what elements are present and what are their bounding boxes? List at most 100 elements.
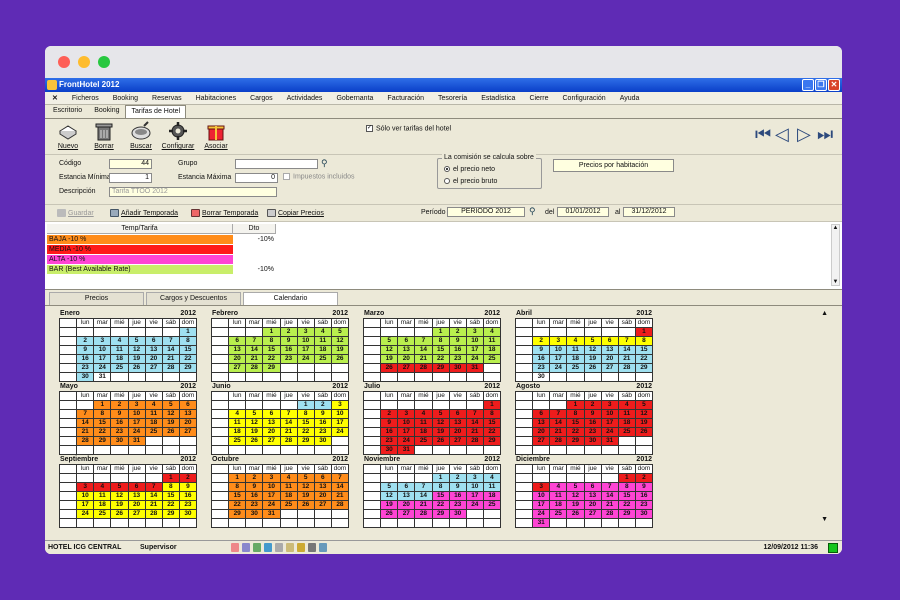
calendar-day[interactable]: 6 xyxy=(145,337,163,346)
calendar-day[interactable]: 17 xyxy=(77,501,95,510)
calendar-day[interactable]: 13 xyxy=(263,419,281,428)
tray-key-icon[interactable] xyxy=(297,543,305,552)
bottom-tab[interactable]: Precios xyxy=(49,292,144,305)
calendar-day[interactable]: 11 xyxy=(618,410,636,419)
calendar-day[interactable]: 20 xyxy=(128,501,146,510)
calendar-day[interactable]: 14 xyxy=(145,492,163,501)
calendar-day[interactable]: 16 xyxy=(449,346,467,355)
week-select-cell[interactable] xyxy=(364,446,382,455)
menu-item[interactable]: Cierre xyxy=(522,92,555,105)
calendar-day[interactable]: 27 xyxy=(179,428,197,437)
week-select-cell[interactable] xyxy=(364,501,382,510)
week-select-cell[interactable] xyxy=(60,373,78,382)
calendar-day[interactable]: 30 xyxy=(449,510,467,519)
calendar-day[interactable]: 3 xyxy=(263,474,281,483)
calendar-day[interactable]: 10 xyxy=(601,410,619,419)
calendar-day[interactable]: 26 xyxy=(584,364,602,373)
week-select-cell[interactable] xyxy=(516,483,534,492)
calendar-day[interactable]: 29 xyxy=(567,437,585,446)
calendar-day[interactable]: 10 xyxy=(466,337,484,346)
calendar-day[interactable]: 30 xyxy=(449,364,467,373)
calendar-day[interactable]: 27 xyxy=(449,437,467,446)
calendar-day[interactable]: 28 xyxy=(415,510,433,519)
menu-item[interactable]: Cargos xyxy=(243,92,280,105)
calendar-day[interactable]: 24 xyxy=(331,428,349,437)
week-select-cell[interactable] xyxy=(364,346,382,355)
calendar-day[interactable]: 24 xyxy=(550,364,568,373)
calendar-day[interactable]: 14 xyxy=(162,346,180,355)
calendar-day[interactable]: 21 xyxy=(415,355,433,364)
calendar-day[interactable]: 11 xyxy=(229,419,247,428)
calendar-day[interactable]: 28 xyxy=(280,437,298,446)
col-temp-tarifa[interactable]: Temp/Tarifa xyxy=(47,224,233,233)
calendar-day[interactable]: 17 xyxy=(466,346,484,355)
calendar-day[interactable]: 20 xyxy=(263,428,281,437)
calendar-day[interactable]: 3 xyxy=(297,328,315,337)
prev-record-button[interactable]: ◁ xyxy=(775,125,789,143)
calendar-day[interactable]: 27 xyxy=(601,364,619,373)
calendar-day[interactable]: 3 xyxy=(550,337,568,346)
calendar-day[interactable]: 29 xyxy=(635,364,653,373)
calendar-day[interactable]: 18 xyxy=(550,501,568,510)
calendar-day[interactable]: 6 xyxy=(601,337,619,346)
grupo-input[interactable] xyxy=(235,159,318,169)
calendar-day[interactable]: 8 xyxy=(483,410,501,419)
calendar-day[interactable]: 22 xyxy=(297,428,315,437)
calendar-day[interactable]: 6 xyxy=(314,474,332,483)
nuevo-button[interactable]: Nuevo xyxy=(48,121,88,150)
week-select-cell[interactable] xyxy=(212,419,230,428)
week-select-cell[interactable] xyxy=(60,446,78,455)
calendar-day[interactable]: 19 xyxy=(381,355,399,364)
calendar-day[interactable]: 28 xyxy=(415,364,433,373)
calendar-day[interactable]: 24 xyxy=(94,364,112,373)
calendar-day[interactable]: 27 xyxy=(263,437,281,446)
week-select-cell[interactable] xyxy=(516,355,534,364)
calendar-day[interactable]: 1 xyxy=(432,474,450,483)
calendar-day[interactable]: 7 xyxy=(77,410,95,419)
calendar-day[interactable]: 25 xyxy=(314,355,332,364)
calendar-day[interactable]: 16 xyxy=(179,492,197,501)
calendar-day[interactable]: 27 xyxy=(584,510,602,519)
week-select-cell[interactable] xyxy=(516,410,534,419)
calendar-day[interactable]: 21 xyxy=(77,428,95,437)
calendar-day[interactable]: 6 xyxy=(584,483,602,492)
week-select-cell[interactable] xyxy=(364,337,382,346)
calendar-day[interactable]: 23 xyxy=(449,355,467,364)
calendar-day[interactable]: 8 xyxy=(618,483,636,492)
calendar-day[interactable]: 25 xyxy=(111,364,129,373)
calendar-day[interactable]: 20 xyxy=(229,355,247,364)
calendar-day[interactable]: 17 xyxy=(533,501,551,510)
week-select-cell[interactable] xyxy=(212,492,230,501)
calendar-day[interactable]: 12 xyxy=(128,346,146,355)
calendar-day[interactable]: 9 xyxy=(449,337,467,346)
calendar-day[interactable]: 23 xyxy=(533,364,551,373)
tray-search-icon[interactable] xyxy=(253,543,261,552)
table-row[interactable]: MEDIA -10 % xyxy=(47,245,276,254)
codigo-input[interactable]: 44 xyxy=(109,159,152,169)
tray-user-icon[interactable] xyxy=(242,543,250,552)
week-select-cell[interactable] xyxy=(212,401,230,410)
calendar-day[interactable]: 12 xyxy=(162,410,180,419)
calendar-day[interactable]: 11 xyxy=(550,492,568,501)
calendar-day[interactable]: 15 xyxy=(618,492,636,501)
calendar-day[interactable]: 14 xyxy=(466,419,484,428)
week-select-cell[interactable] xyxy=(212,355,230,364)
calendar-day[interactable]: 27 xyxy=(533,437,551,446)
calendar-day[interactable]: 18 xyxy=(314,346,332,355)
top-tab[interactable]: Booking xyxy=(88,104,125,118)
table-row[interactable]: BAJA -10 % -10% xyxy=(47,235,276,244)
tray-lock-icon[interactable] xyxy=(308,543,316,552)
calendar-day[interactable]: 20 xyxy=(533,428,551,437)
calendar-day[interactable]: 15 xyxy=(229,492,247,501)
calendar-day[interactable]: 1 xyxy=(94,401,112,410)
calendar-day[interactable]: 3 xyxy=(331,401,349,410)
week-select-cell[interactable] xyxy=(364,437,382,446)
week-select-cell[interactable] xyxy=(212,510,230,519)
borrar-temporada-button[interactable]: Borrar Temporada xyxy=(191,209,258,217)
calendar-day[interactable]: 26 xyxy=(381,510,399,519)
calendar-day[interactable]: 2 xyxy=(111,401,129,410)
calendar-day[interactable]: 1 xyxy=(263,328,281,337)
calendar-day[interactable]: 5 xyxy=(162,401,180,410)
calendar-day[interactable]: 13 xyxy=(449,419,467,428)
calendar-day[interactable]: 16 xyxy=(314,419,332,428)
